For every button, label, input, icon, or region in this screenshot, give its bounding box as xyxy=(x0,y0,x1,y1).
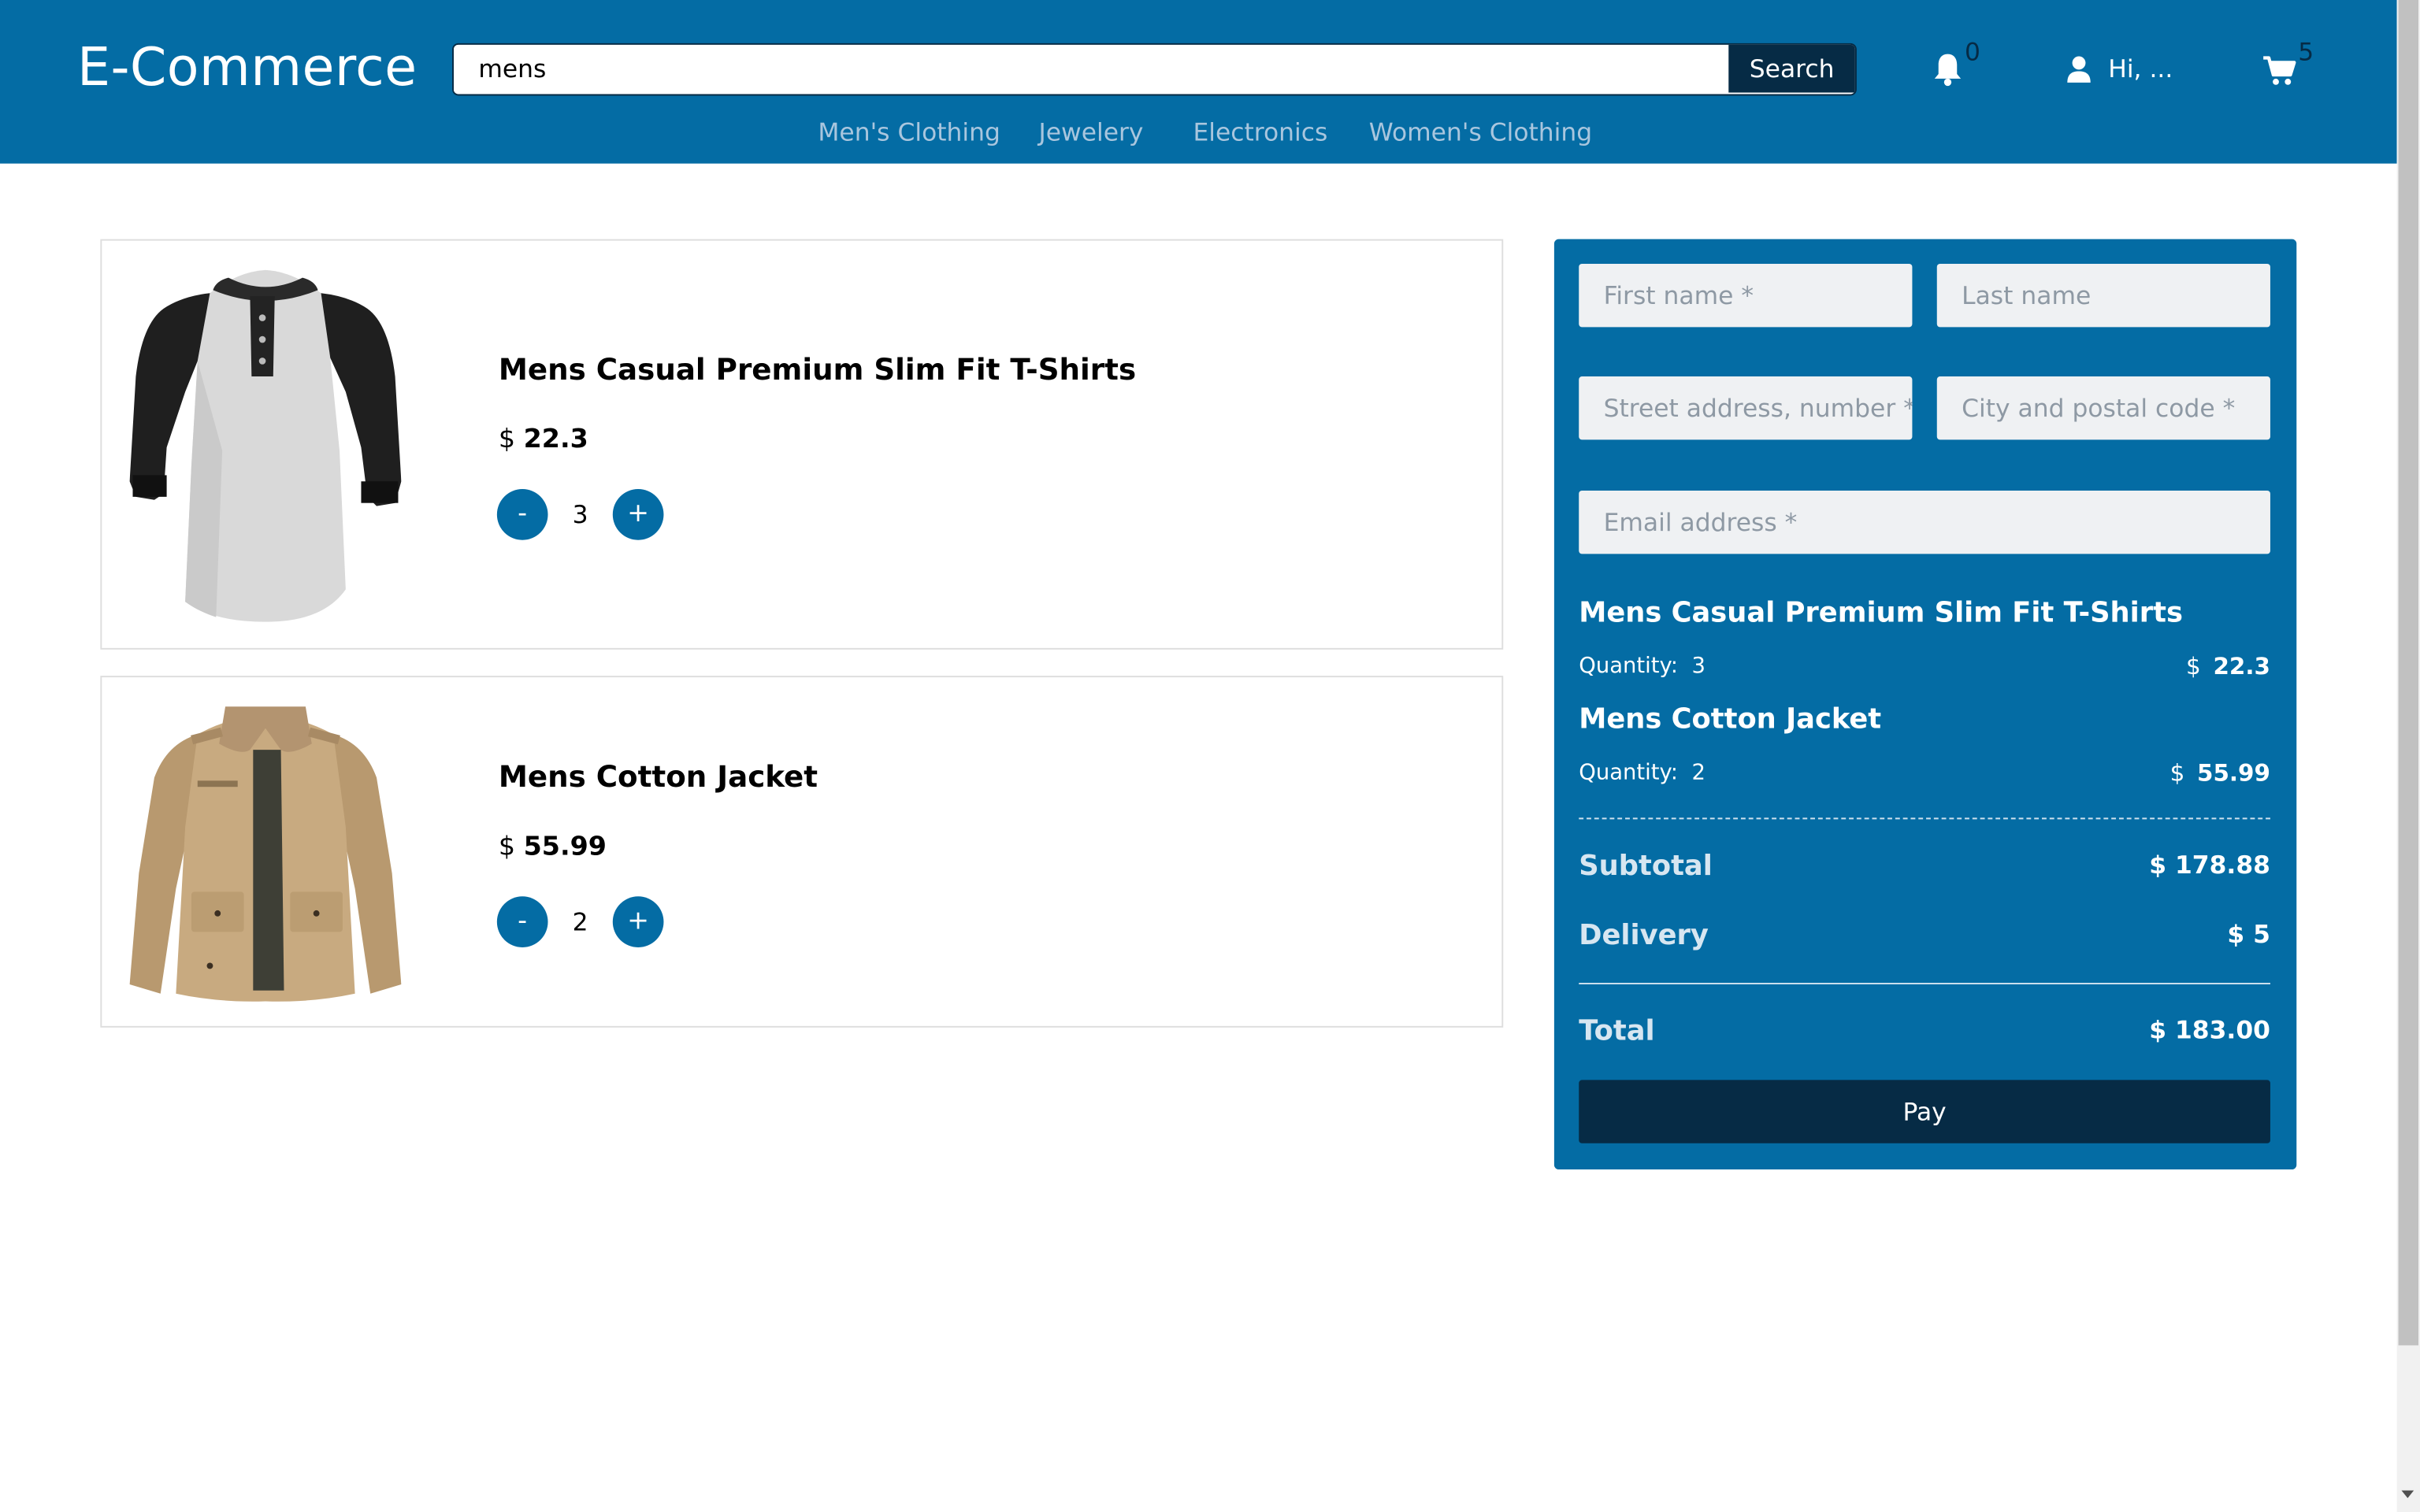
price-value: 55.99 xyxy=(2196,758,2270,788)
quantity-value: 2 xyxy=(572,907,588,937)
category-nav: Men's Clothing Jewelery Electronics Wome… xyxy=(0,117,2397,151)
scroll-down-arrow-icon[interactable] xyxy=(2401,1490,2414,1499)
cart-count-badge: 5 xyxy=(2298,37,2314,67)
price-value: 22.3 xyxy=(523,424,588,455)
subtotal-value: $ 178.88 xyxy=(2149,850,2270,880)
decrease-quantity-button[interactable]: - xyxy=(496,489,548,540)
notification-count-badge: 0 xyxy=(1965,37,1981,67)
total-label: Total xyxy=(1579,1015,1655,1048)
user-icon[interactable] xyxy=(2066,56,2091,83)
nav-womens-clothing[interactable]: Women's Clothing xyxy=(1369,117,1592,146)
top-header: E-Commerce Search 0 Hi, ... 5 Men's Clot… xyxy=(0,0,2397,164)
checkout-panel: Mens Casual Premium Slim Fit T-Shirts Qu… xyxy=(1553,239,2297,1170)
summary-item-name: Mens Casual Premium Slim Fit T-Shirts xyxy=(1579,597,2183,630)
cart-item-card: Mens Casual Premium Slim Fit T-Shirts $ … xyxy=(100,239,1504,650)
first-name-field[interactable] xyxy=(1579,264,1913,328)
summary-item-name: Mens Cotton Jacket xyxy=(1579,703,1882,736)
bell-icon[interactable] xyxy=(1932,53,1963,87)
summary-item-price: $55.99 xyxy=(2170,759,2270,787)
item-title[interactable]: Mens Cotton Jacket xyxy=(499,761,818,795)
currency-symbol: $ xyxy=(498,832,516,863)
quantity-value: 2 xyxy=(1691,760,1706,786)
total-divider xyxy=(1579,983,2270,984)
item-price: $ 22.3 xyxy=(499,424,588,455)
user-greeting[interactable]: Hi, ... xyxy=(2108,54,2173,83)
quantity-label: Quantity: xyxy=(1579,760,1679,786)
item-price: $ 55.99 xyxy=(499,832,607,862)
delivery-value: $ 5 xyxy=(2227,919,2270,949)
item-title[interactable]: Mens Casual Premium Slim Fit T-Shirts xyxy=(499,354,1136,387)
quantity-label: Quantity: xyxy=(1579,654,1679,680)
currency-symbol: $ xyxy=(2169,758,2185,788)
pay-button[interactable]: Pay xyxy=(1579,1080,2270,1143)
last-name-field[interactable] xyxy=(1936,264,2270,328)
total-value: $ 183.00 xyxy=(2149,1015,2270,1045)
site-logo[interactable]: E-Commerce xyxy=(77,37,418,98)
currency-symbol: $ xyxy=(498,424,516,455)
delivery-label: Delivery xyxy=(1579,919,1709,952)
email-field[interactable] xyxy=(1579,491,2270,554)
nav-jewelery[interactable]: Jewelery xyxy=(1039,117,1144,146)
increase-quantity-button[interactable]: + xyxy=(612,489,664,540)
street-address-field[interactable] xyxy=(1579,376,1913,440)
scrollbar-thumb[interactable] xyxy=(2398,0,2419,1346)
currency-symbol: $ xyxy=(2186,652,2201,681)
quantity-value: 3 xyxy=(1691,654,1706,680)
quantity-value: 3 xyxy=(572,499,588,530)
nav-electronics[interactable]: Electronics xyxy=(1193,117,1327,146)
nav-mens-clothing[interactable]: Men's Clothing xyxy=(818,117,1000,146)
cart-icon[interactable] xyxy=(2262,56,2296,87)
tshirt-product-image[interactable] xyxy=(129,265,402,626)
price-value: 22.3 xyxy=(2213,652,2270,681)
search-bar: Search xyxy=(452,43,1857,96)
increase-quantity-button[interactable]: + xyxy=(612,896,664,947)
summary-item-quantity: Quantity: 3 xyxy=(1579,654,1706,679)
search-input[interactable] xyxy=(454,44,1729,93)
subtotal-label: Subtotal xyxy=(1579,850,1713,883)
price-value: 55.99 xyxy=(523,832,607,863)
search-button[interactable]: Search xyxy=(1728,44,1855,93)
decrease-quantity-button[interactable]: - xyxy=(496,896,548,947)
summary-divider xyxy=(1579,817,2270,820)
city-postal-field[interactable] xyxy=(1936,376,2270,440)
jacket-product-image[interactable] xyxy=(129,703,402,1002)
summary-item-quantity: Quantity: 2 xyxy=(1579,761,1706,785)
summary-item-price: $22.3 xyxy=(2186,653,2270,680)
cart-item-card: Mens Cotton Jacket $ 55.99 - 2 + xyxy=(100,676,1504,1028)
